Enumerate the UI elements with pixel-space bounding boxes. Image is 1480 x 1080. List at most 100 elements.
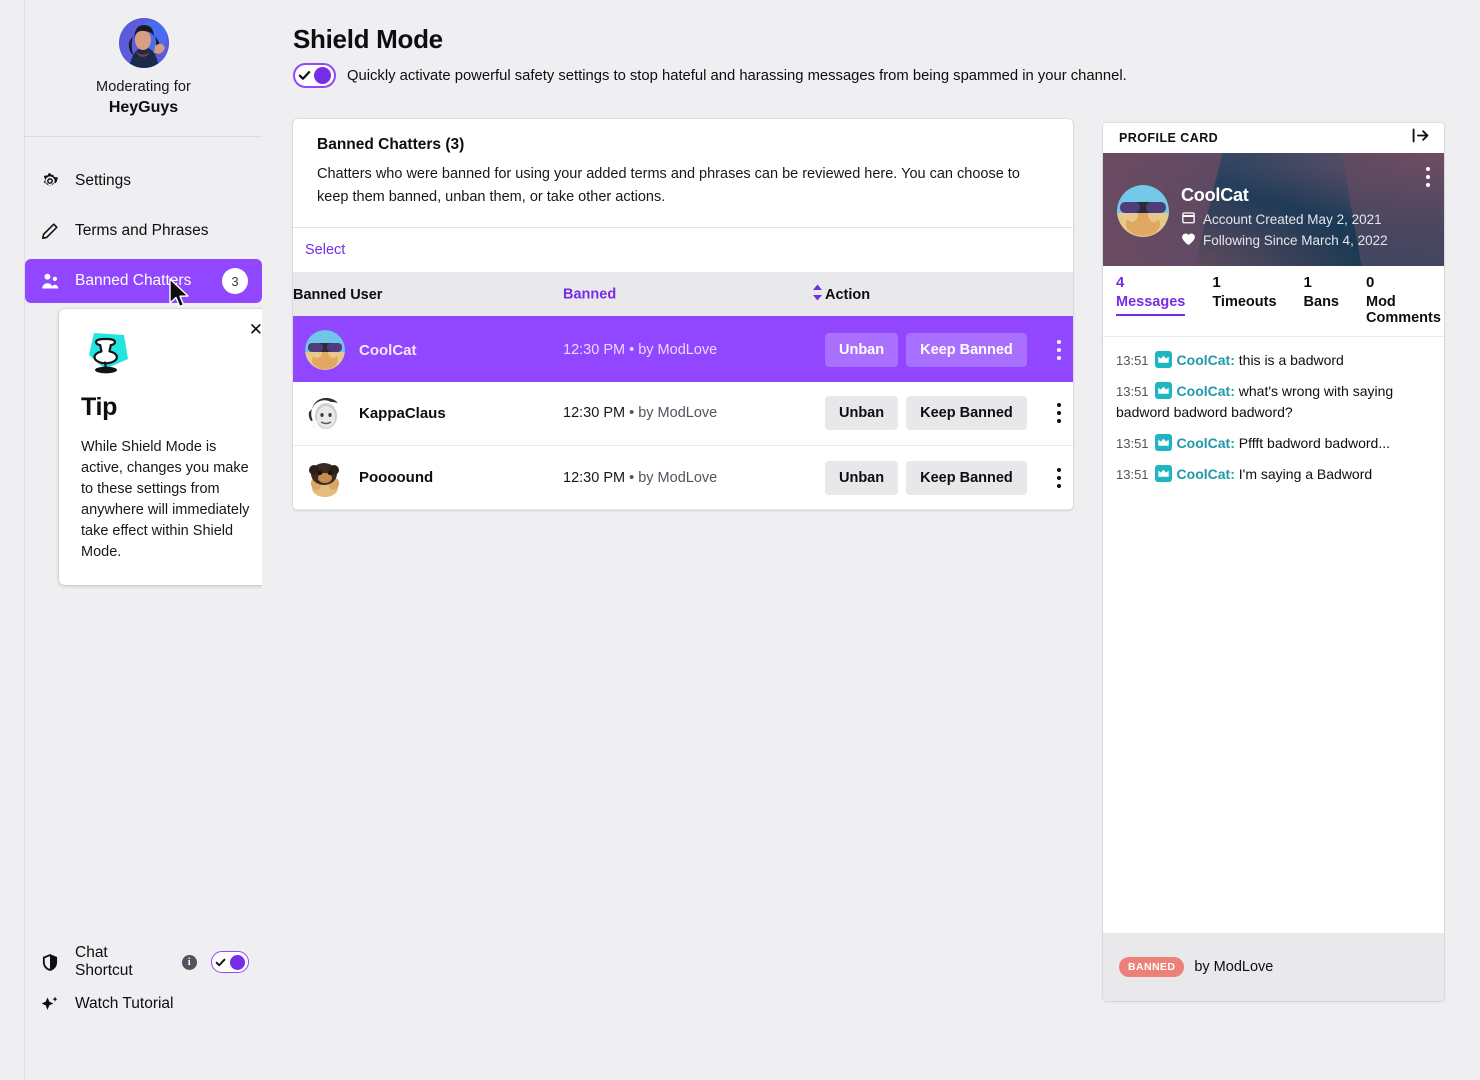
broadcaster-badge-icon: [1154, 351, 1172, 368]
shield-mode-toggle[interactable]: [293, 63, 336, 88]
column-header-banned[interactable]: Banned: [563, 272, 825, 319]
cell-actions: Unban Keep Banned: [825, 446, 1073, 510]
kebab-menu-icon[interactable]: [1046, 335, 1072, 365]
chat-message: 13:51 CoolCat: what's wrong with saying b…: [1116, 381, 1432, 423]
tab-bans[interactable]: 1 Bans: [1304, 274, 1353, 336]
column-header-banned-label: Banned: [563, 286, 617, 303]
chat-message: 13:51 CoolCat: this is a badword: [1116, 350, 1432, 371]
keep-banned-button[interactable]: Keep Banned: [906, 460, 1027, 495]
profile-card-footer: BANNED by ModLove: [1103, 933, 1444, 1001]
ban-by: by ModLove: [638, 342, 718, 359]
pushpin-icon: [81, 329, 135, 381]
following-since-row: Following Since March 4, 2022: [1181, 232, 1388, 249]
sidebar-item-terms-and-phrases[interactable]: Terms and Phrases: [25, 209, 262, 253]
table-row[interactable]: CoolCat 12:30 PM • by ModLove Unban Keep…: [293, 317, 1073, 382]
banned-chatters-table: Banned User Banned Action CoolCat 12:30 …: [293, 272, 1073, 510]
cell-banned-time: 12:30 PM • by ModLove: [563, 446, 825, 510]
keep-banned-button[interactable]: Keep Banned: [906, 396, 1027, 431]
table-body: CoolCat 12:30 PM • by ModLove Unban Keep…: [293, 317, 1073, 510]
account-created-row: Account Created May 2, 2021: [1181, 210, 1388, 228]
moderating-for-label: Moderating for: [96, 79, 191, 95]
watch-tutorial-label: Watch Tutorial: [75, 995, 174, 1012]
message-timestamp: 13:51: [1116, 384, 1149, 399]
chat-message: 13:51 CoolCat: Pffft badword badword...: [1116, 433, 1432, 454]
banned-user-name: Poooound: [359, 469, 434, 486]
close-icon[interactable]: ✕: [249, 321, 263, 338]
banned-chatters-title: Banned Chatters (3): [317, 136, 465, 153]
profile-name: CoolCat: [1181, 185, 1249, 205]
kebab-menu-icon[interactable]: [1046, 398, 1072, 428]
tab-label: Mod Comments: [1366, 294, 1441, 326]
kebab-menu-icon[interactable]: [1426, 167, 1430, 187]
tip-body: While Shield Mode is active, changes you…: [81, 439, 250, 560]
cell-user: Poooound: [293, 446, 563, 510]
keep-banned-button[interactable]: Keep Banned: [906, 333, 1027, 368]
message-text: I'm saying a Badword: [1238, 466, 1373, 482]
sidebar-item-label: Settings: [75, 172, 132, 189]
profile-tabs: 4 Messages 1 Timeouts 1 Bans 0 Mod Comme…: [1103, 266, 1444, 337]
tab-mod-comments[interactable]: 0 Mod Comments: [1366, 274, 1444, 336]
tab-count: 4: [1116, 274, 1125, 291]
tab-count: 0: [1366, 274, 1375, 291]
chat-message: 13:51 CoolCat: I'm saying a Badword: [1116, 464, 1432, 485]
sidebar-item-settings[interactable]: Settings: [25, 159, 262, 203]
calendar-icon: [1181, 210, 1196, 228]
cell-banned-time: 12:30 PM • by ModLove: [563, 382, 825, 446]
chat-shortcut-label: Chat Shortcut: [75, 944, 133, 979]
table-row[interactable]: Poooound 12:30 PM • by ModLove Unban Kee…: [293, 446, 1073, 510]
banned-user-name: CoolCat: [359, 341, 417, 359]
banned-chatters-header: Banned Chatters (3) Chatters who were ba…: [293, 119, 1073, 228]
ban-separator: •: [629, 405, 635, 422]
profile-banner: CoolCat Account Created May 2, 2021 Foll…: [1103, 153, 1444, 266]
gear-icon: [39, 170, 61, 192]
ban-time: 12:30 PM: [563, 469, 626, 486]
ban-time: 12:30 PM: [563, 405, 626, 422]
tip-title: Tip: [81, 393, 118, 421]
sidebar-nav: Settings Terms and Phrases Banned Chatte…: [25, 137, 262, 303]
unban-button[interactable]: Unban: [825, 460, 899, 495]
unban-button[interactable]: Unban: [825, 333, 899, 368]
sidebar-item-banned-chatters[interactable]: Banned Chatters 3: [25, 259, 262, 303]
tip-card: ✕ Tip While Shield Mode is active, chang…: [59, 309, 277, 585]
message-timestamp: 13:51: [1116, 436, 1149, 451]
cell-banned-time: 12:30 PM • by ModLove: [563, 318, 825, 382]
toggle-knob: [230, 954, 245, 970]
following-since-text: Following Since March 4, 2022: [1203, 233, 1388, 248]
heart-icon: [1181, 232, 1196, 249]
ban-by: by ModLove: [638, 405, 718, 422]
banned-by-label: by ModLove: [1194, 959, 1274, 975]
message-timestamp: 13:51: [1116, 353, 1149, 368]
tab-messages[interactable]: 4 Messages: [1116, 274, 1199, 336]
shield-mode-row: Quickly activate powerful safety setting…: [293, 63, 1127, 88]
column-header-action: Action: [825, 272, 1073, 319]
toggle-knob: [314, 67, 331, 84]
info-icon[interactable]: i: [181, 954, 197, 970]
tab-timeouts[interactable]: 1 Timeouts: [1212, 274, 1290, 336]
banned-chatters-subtitle: Chatters who were banned for using your …: [317, 166, 1020, 205]
main-content: Shield Mode Quickly activate powerful sa…: [262, 0, 1480, 1080]
sort-updown-icon[interactable]: [812, 284, 823, 305]
kebab-menu-icon[interactable]: [1046, 463, 1072, 493]
profile-identity: CoolCat Account Created May 2, 2021 Foll…: [1117, 185, 1388, 249]
select-row: Select: [293, 228, 1073, 272]
avatar: [305, 457, 345, 498]
collapse-panel-icon[interactable]: [1411, 127, 1430, 149]
sparkle-icon: [39, 993, 61, 1015]
select-link[interactable]: Select: [305, 242, 345, 258]
avatar: [1117, 185, 1169, 237]
page-title: Shield Mode: [293, 24, 443, 54]
tab-label: Bans: [1303, 294, 1339, 310]
account-created-text: Account Created May 2, 2021: [1203, 211, 1382, 227]
message-author: CoolCat:: [1176, 435, 1235, 451]
unban-button[interactable]: Unban: [825, 396, 899, 431]
watch-tutorial-row[interactable]: Watch Tutorial: [25, 983, 263, 1025]
broadcaster-badge-icon: [1154, 434, 1172, 451]
profile-card: PROFILE CARD CoolCat Account Created May…: [1103, 123, 1444, 1001]
message-author: CoolCat:: [1176, 466, 1235, 482]
chat-shortcut-toggle[interactable]: [210, 951, 249, 973]
message-text: this is a badword: [1238, 352, 1344, 368]
chat-shortcut-row[interactable]: Chat Shortcut i: [25, 941, 263, 983]
tab-count: 1: [1303, 274, 1312, 291]
message-author: CoolCat:: [1176, 352, 1235, 368]
table-row[interactable]: KappaClaus 12:30 PM • by ModLove Unban K…: [293, 382, 1073, 446]
